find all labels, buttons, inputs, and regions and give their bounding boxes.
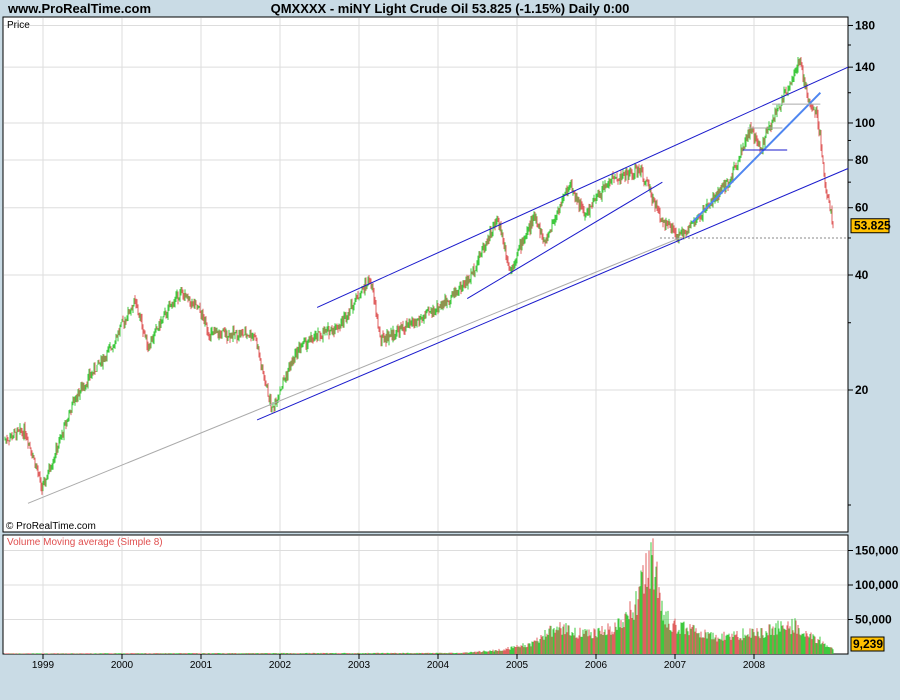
x-tick-label: 2004 <box>427 660 450 671</box>
x-tick-label: 2000 <box>111 660 134 671</box>
y-tick-label: 60 <box>855 201 869 215</box>
y-tick-label: 140 <box>855 60 875 74</box>
x-tick-label: 2002 <box>269 660 292 671</box>
volume-label: Volume Moving average (Simple 8) <box>7 537 163 548</box>
price-label: Price <box>7 20 30 31</box>
chart-area[interactable]: 1999 2000 2001 2002 2003 2004 2005 2006 2007 2008… <box>0 0 900 700</box>
y-tick-label: 180 <box>855 18 875 32</box>
y-tick-label: 80 <box>855 153 869 167</box>
y-tick-label: 20 <box>855 383 869 397</box>
volume-tick-label: 50,000 <box>855 613 892 627</box>
volume-tick-label: 150,000 <box>855 544 899 558</box>
x-tick-label: 2006 <box>585 660 608 671</box>
x-tick-label: 2007 <box>664 660 687 671</box>
x-tick-label: 2003 <box>348 660 371 671</box>
copyright: © ProRealTime.com <box>6 521 96 532</box>
volume-tick-label: 100,000 <box>855 578 899 592</box>
last-volume-value: 9,239 <box>853 637 883 651</box>
y-tick-label: 100 <box>855 116 875 130</box>
x-tick-label: 2001 <box>190 660 213 671</box>
x-tick-label: 2005 <box>506 660 529 671</box>
last-price-value: 53.825 <box>854 219 891 233</box>
volume-panel[interactable] <box>2 534 849 655</box>
x-tick-label: 1999 <box>32 660 55 671</box>
x-tick-label: 2008 <box>743 660 766 671</box>
y-tick-label: 40 <box>855 268 869 282</box>
